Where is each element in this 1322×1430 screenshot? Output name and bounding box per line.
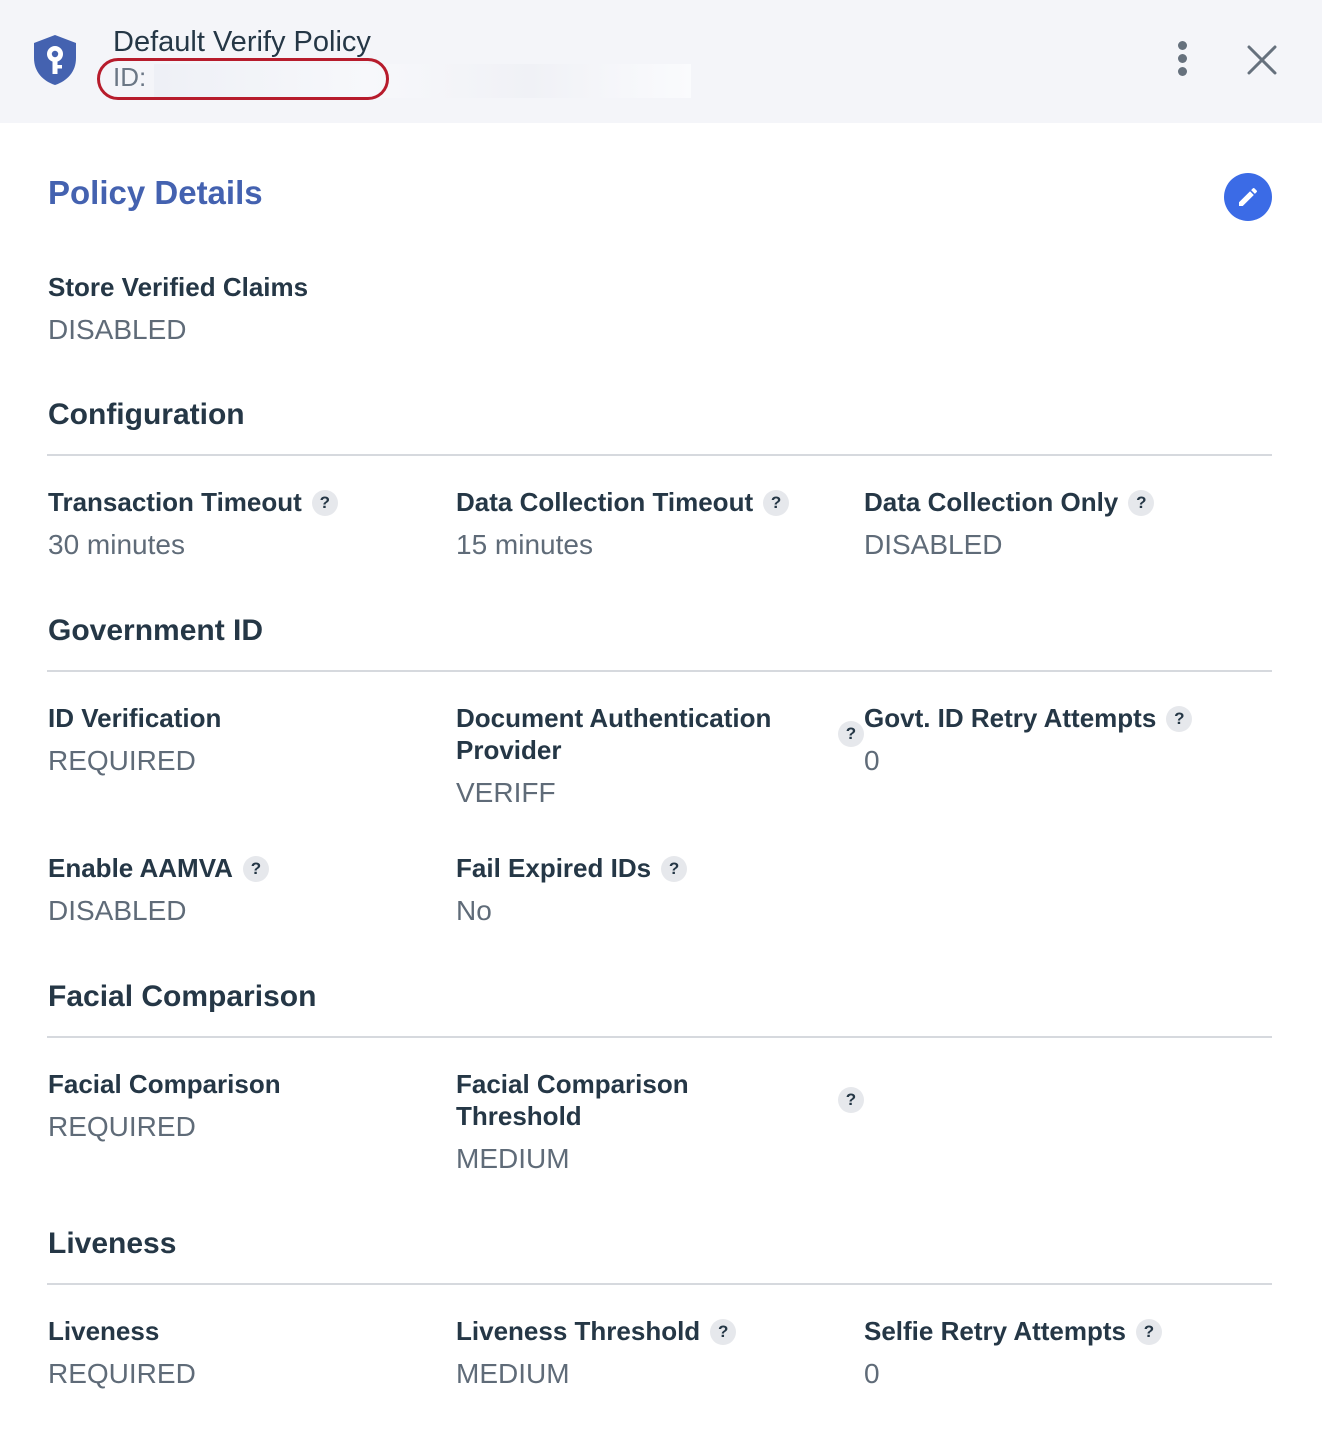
- shield-key-icon: [34, 35, 76, 85]
- help-icon[interactable]: ?: [763, 490, 790, 516]
- fail-expired-ids-label: Fail Expired IDs?: [456, 852, 688, 884]
- help-icon[interactable]: ?: [710, 1319, 737, 1345]
- data-collection-timeout-label: Data Collection Timeout?: [456, 486, 790, 518]
- data-collection-only-label: Data Collection Only?: [864, 486, 1155, 518]
- fail-expired-ids-value: No: [456, 895, 492, 926]
- document-authentication-provider-value: VERIFF: [456, 777, 556, 808]
- data-collection-timeout-value: 15 minutes: [456, 529, 593, 560]
- divider: [47, 1283, 1272, 1285]
- selfie-retry-attempts-value: 0: [864, 1358, 880, 1389]
- help-icon[interactable]: ?: [838, 721, 864, 747]
- help-icon[interactable]: ?: [1128, 490, 1155, 516]
- help-icon[interactable]: ?: [311, 490, 338, 516]
- govt-id-retry-attempts-value: 0: [864, 745, 880, 776]
- liveness-threshold-label: Liveness Threshold?: [456, 1315, 737, 1347]
- facial-comparison-threshold-value: MEDIUM: [456, 1143, 570, 1174]
- section-title: Policy Details: [48, 174, 263, 211]
- government-id-heading: Government ID: [48, 614, 264, 647]
- divider: [47, 1036, 1272, 1038]
- liveness-label: Liveness: [48, 1316, 160, 1346]
- configuration-heading: Configuration: [48, 398, 245, 431]
- store-verified-claims-label: Store Verified Claims: [48, 272, 309, 302]
- divider: [47, 454, 1272, 456]
- facial-comparison-heading: Facial Comparison: [48, 980, 317, 1013]
- id-verification-value: REQUIRED: [48, 745, 196, 776]
- policy-name: Default Verify Policy: [113, 26, 371, 58]
- facial-comparison-value: REQUIRED: [48, 1111, 196, 1142]
- store-verified-claims-value: DISABLED: [48, 314, 187, 345]
- transaction-timeout-label: Transaction Timeout?: [48, 486, 338, 518]
- facial-comparison-label: Facial Comparison: [48, 1069, 281, 1099]
- help-icon[interactable]: ?: [838, 1087, 864, 1113]
- govt-id-retry-attempts-label: Govt. ID Retry Attempts?: [864, 702, 1193, 734]
- close-icon[interactable]: [1244, 42, 1280, 78]
- panel-header: Default Verify Policy ID:: [0, 0, 1322, 123]
- help-icon[interactable]: ?: [242, 856, 269, 882]
- liveness-value: REQUIRED: [48, 1358, 196, 1389]
- kebab-menu-icon[interactable]: [1166, 40, 1198, 78]
- divider: [47, 670, 1272, 672]
- id-verification-label: ID Verification: [48, 703, 222, 733]
- enable-aamva-label: Enable AAMVA?: [48, 852, 269, 884]
- facial-comparison-threshold-label: Facial Comparison Threshold: [456, 1069, 689, 1131]
- help-icon[interactable]: ?: [1166, 706, 1193, 732]
- annotation-oval: [97, 58, 389, 100]
- enable-aamva-value: DISABLED: [48, 895, 187, 926]
- document-authentication-provider-label: Document Authentication Provider: [456, 703, 772, 765]
- data-collection-only-value: DISABLED: [864, 529, 1003, 560]
- selfie-retry-attempts-label: Selfie Retry Attempts?: [864, 1315, 1162, 1347]
- pencil-icon: [1239, 187, 1258, 206]
- edit-button[interactable]: [1224, 173, 1272, 221]
- transaction-timeout-value: 30 minutes: [48, 529, 185, 560]
- help-icon[interactable]: ?: [1136, 1319, 1162, 1345]
- liveness-heading: Liveness: [48, 1227, 177, 1260]
- liveness-threshold-value: MEDIUM: [456, 1358, 570, 1389]
- help-icon[interactable]: ?: [661, 856, 688, 882]
